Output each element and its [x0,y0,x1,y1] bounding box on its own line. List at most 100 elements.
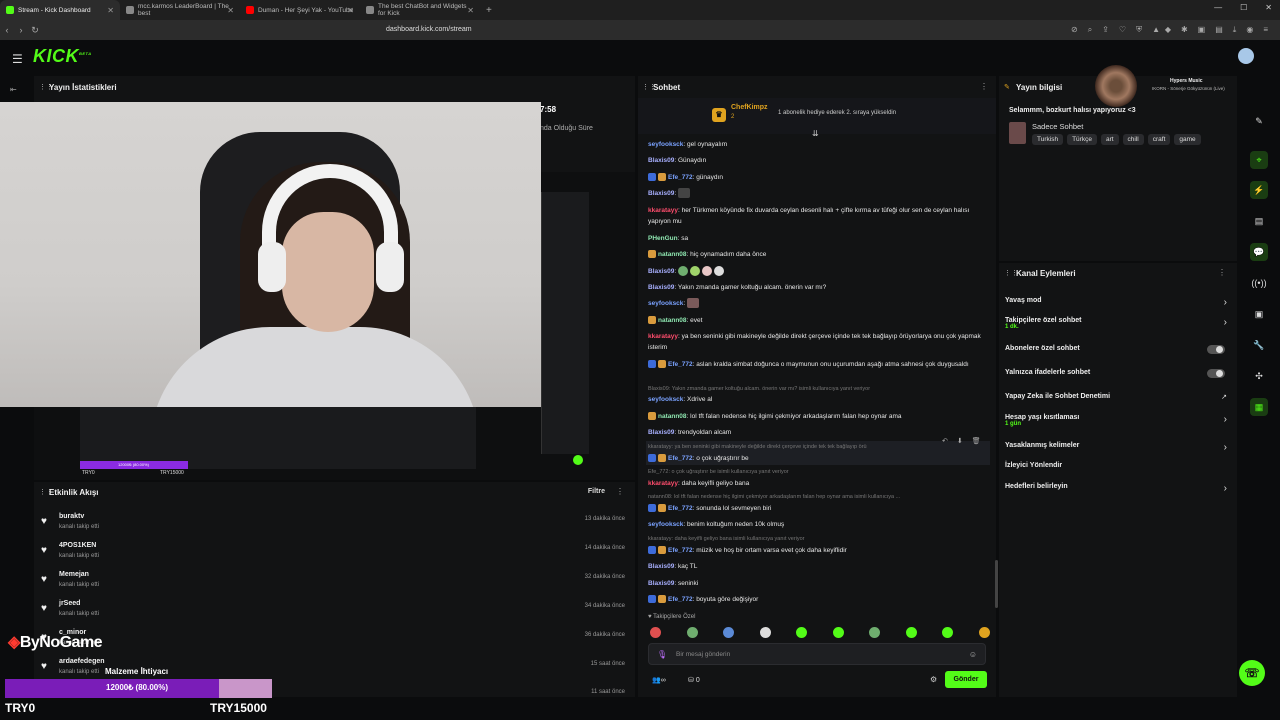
list-item[interactable]: ♥ buraktv kanalı takip etti 13 dakika ön… [34,509,635,538]
chat-message[interactable]: Blaxis09: kaç TL [648,561,990,572]
close-tab-icon[interactable]: ✕ [227,6,234,15]
clipboard-icon[interactable]: ▤ [1250,212,1268,230]
close-tab-icon[interactable]: ✕ [467,6,474,15]
action-banned-words[interactable]: Yasaklanmış kelimeler › [1005,442,1231,453]
puzzle-icon[interactable]: ✱ [1181,25,1188,35]
warning-icon[interactable]: ▲ [1152,25,1160,35]
chat-username[interactable]: Blaxis09 [648,190,674,197]
close-window-icon[interactable]: ✕ [1265,3,1272,12]
chat-message[interactable]: Blaxis09: [648,188,990,199]
chat-message[interactable]: PHenGun: sa [648,233,990,244]
chat-message[interactable]: seyfooksck: benim koltuğum neden 10k olm… [648,519,990,530]
chat-message[interactable]: Efe_772: günaydın [648,172,990,183]
users-icon[interactable]: 👥∞ [652,676,666,684]
menu-icon[interactable]: ☰ [12,52,23,66]
chat-username[interactable]: kkaratayy [648,480,678,487]
game-icon[interactable]: ✣ [1250,367,1268,385]
collapse-icon[interactable]: ⇤ [10,85,17,94]
chat-username[interactable]: Blaxis09 [648,429,674,436]
chat-username[interactable]: natann08 [658,413,687,420]
sidebar-icon[interactable]: ▤ [1215,25,1223,35]
chat-username[interactable]: Blaxis09 [648,157,674,164]
chat-username[interactable]: Efe_772 [668,596,693,603]
chat-message[interactable]: Blaxis09: trendyoldan alcam [648,427,990,438]
chat-username[interactable]: Efe_772 [668,547,693,554]
browser-tab-youtube[interactable]: Duman - Her Şeyi Yak - YouTube ✕ [240,0,360,20]
more-icon[interactable]: ⋮ [1218,268,1226,277]
chat-username[interactable]: Blaxis09 [648,563,674,570]
reload-icon[interactable]: ↻ [28,25,42,36]
eye-off-icon[interactable]: ⊘ [1071,25,1078,35]
chat-username[interactable]: Efe_772 [668,174,693,181]
broadcast-icon[interactable]: ((•)) [1250,274,1268,292]
chat-message[interactable]: kkaratayy: daha keyifli geliyo bana [648,478,990,489]
chat-input[interactable]: 🎙 Bir mesaj gönderin ☺ [648,643,986,665]
action-slow-mode[interactable]: Yavaş mod › [1005,297,1231,308]
emoji-icon[interactable]: ☺ [969,650,977,659]
emote-icon[interactable] [978,627,990,638]
chat-message[interactable]: seyfooksck: [648,298,990,309]
emote-icon[interactable] [723,627,735,638]
scroll-down-icon[interactable]: ⇊ [812,129,819,138]
share-icon[interactable]: ⇪ [1102,25,1109,35]
action-subscribers-only[interactable]: Abonelere özel sohbet [1005,345,1231,354]
chat-username[interactable]: kkaratayy [648,207,678,214]
emote-icon[interactable] [942,627,954,638]
subscribers-only-toggle[interactable] [1207,345,1225,354]
bookmark-icon[interactable]: ♡ [1119,25,1126,35]
chat-message[interactable]: Efe_772: o çok uğraştırır be [648,453,990,464]
chat-message[interactable]: kkaratayy: ya ben seninki gibi makineyle… [648,331,990,353]
action-ai-moderation[interactable]: Yapay Zeka ile Sohbet Denetimi ↗ [1005,393,1231,401]
reply-icon[interactable]: ↶ [942,437,948,445]
action-account-age[interactable]: Hesap yaşı kısıtlaması 1 gün › [1005,414,1231,427]
avatar[interactable] [1238,48,1254,64]
chat-message[interactable]: Blaxis09: [648,266,990,277]
edit-icon[interactable]: ✎ [1004,83,1010,91]
chat-message[interactable]: Efe_772: müzik ve hoş bir ortam varsa ev… [648,545,990,556]
chat-message[interactable]: Efe_772: sonunda lol sevmeyen biri [648,503,990,514]
list-item[interactable]: ♥ jrSeed kanalı takip etti 34 dakika önc… [34,596,635,625]
delete-icon[interactable]: 🗑 [972,437,981,445]
chat-username[interactable]: seyfooksck [648,300,683,307]
widget-icon[interactable]: ▦ [1250,398,1268,416]
action-emote-only[interactable]: Yalnızca ifadelerle sohbet [1005,369,1231,378]
chat-message[interactable]: seyfooksck: Xdrive al [648,394,990,405]
filter-button[interactable]: Filtre [588,488,605,495]
chat-username[interactable]: Efe_772 [668,505,693,512]
chat-message[interactable]: Efe_772: aslan kralda simbat doğunca o m… [648,359,990,370]
chat-username[interactable]: seyfooksck [648,396,683,403]
zoom-icon[interactable]: ⌕ [1088,25,1092,35]
chat-username[interactable]: natann08 [658,251,687,258]
close-tab-icon[interactable]: ✕ [347,6,354,15]
new-tab-button[interactable]: + [486,5,492,16]
browser-tab-kick[interactable]: Stream - Kick Dashboard ✕ [0,0,120,20]
emote-icon[interactable] [905,627,917,638]
wrench-icon[interactable]: 🔧 [1250,336,1268,354]
emote-only-toggle[interactable] [1207,369,1225,378]
emote-icon[interactable] [796,627,808,638]
emote-icon[interactable] [650,627,661,638]
chat-username[interactable]: Efe_772 [668,361,693,368]
more-icon[interactable]: ⋮ [980,82,988,91]
layout-icon[interactable]: ▣ [1250,305,1268,323]
chat-message[interactable]: Blaxis09: seninki [648,578,990,589]
action-followers-only[interactable]: Takipçilere özel sohbet 1 dk. › [1005,317,1231,330]
chat-username[interactable]: Blaxis09 [648,284,674,291]
close-tab-icon[interactable]: ✕ [107,6,114,15]
emote-icon[interactable] [759,627,771,638]
chat-username[interactable]: Blaxis09 [648,580,674,587]
shield-icon[interactable]: ⛨ [1136,25,1142,35]
microphone-icon[interactable]: 🎙 [657,650,667,659]
chat-message[interactable]: Blaxis09: Günaydın [648,155,990,166]
account-icon[interactable]: ◉ [1246,25,1253,35]
more-icon[interactable]: ⋮ [616,487,624,496]
browser-tab-chatbot[interactable]: The best ChatBot and Widgets for Kick ✕ [360,0,480,20]
kick-logo[interactable]: KICKBETA [33,46,92,67]
forward-icon[interactable]: › [14,25,28,35]
chat-username[interactable]: seyfooksck [648,521,683,528]
emote-icon[interactable] [686,627,698,638]
pencil-icon[interactable]: ✎ [1250,112,1268,130]
back-icon[interactable]: ‹ [0,25,14,35]
maximize-icon[interactable]: ☐ [1240,3,1247,12]
screenshot-icon[interactable]: ▣ [1198,25,1206,35]
